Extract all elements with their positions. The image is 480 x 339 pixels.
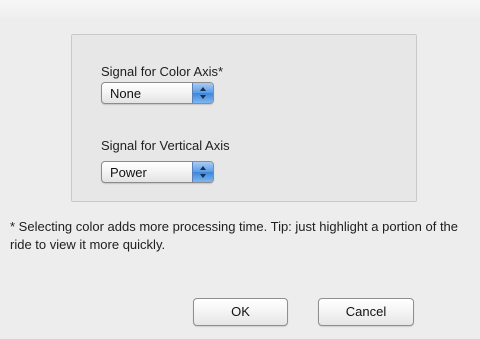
axis-options-group: Signal for Color Axis* None Signal for V… [71,34,417,202]
color-axis-label: Signal for Color Axis* [101,64,224,79]
up-down-arrows-icon [192,83,213,103]
vertical-axis-popup[interactable]: Power [101,161,214,183]
cancel-button[interactable]: Cancel [318,298,414,326]
up-down-arrows-icon [192,162,213,182]
ok-button[interactable]: OK [193,298,288,326]
color-axis-selected-value: None [110,86,142,101]
vertical-axis-label: Signal for Vertical Axis [101,138,230,153]
processing-time-note: * Selecting color adds more processing t… [10,219,459,252]
color-axis-popup[interactable]: None [101,82,214,104]
vertical-axis-selected-value: Power [110,165,147,180]
dialog-title-area [0,0,480,22]
